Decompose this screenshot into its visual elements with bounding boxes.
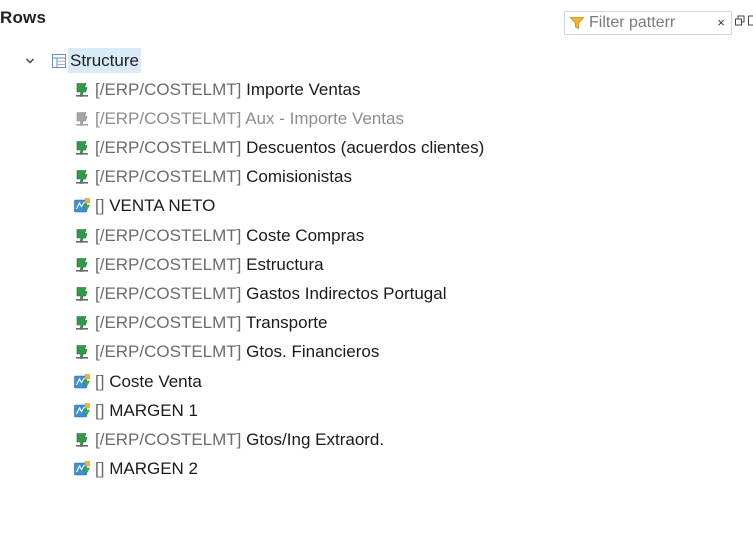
tree-item-label: [/ERP/COSTELMT] Coste Compras <box>95 222 364 250</box>
tree-item[interactable]: [/ERP/COSTELMT] Importe Ventas <box>0 76 753 104</box>
tree-item-prefix: [] <box>95 401 105 420</box>
tree-item-label: [/ERP/COSTELMT] Aux - Importe Ventas <box>95 105 404 133</box>
key-figure-icon <box>76 345 88 359</box>
tree-item-prefix: [/ERP/COSTELMT] <box>95 342 242 361</box>
tree-item-name: Aux - Importe Ventas <box>245 109 404 128</box>
tree-item-label: [] VENTA NETO <box>95 192 215 220</box>
tree-item[interactable]: [/ERP/COSTELMT] Transporte <box>0 309 753 337</box>
tree-item-label: [/ERP/COSTELMT] Gtos/Ing Extraord. <box>95 426 384 454</box>
clear-filter-button[interactable]: × <box>713 12 729 34</box>
tree-item-prefix: [/ERP/COSTELMT] <box>95 167 242 186</box>
tree-item-name: Gtos. Financieros <box>246 342 380 361</box>
tree-item-label: [/ERP/COSTELMT] Comisionistas <box>95 163 352 191</box>
tree-item-name: VENTA NETO <box>109 196 216 215</box>
structure-icon <box>52 54 66 68</box>
tree-root-label: Structure <box>68 48 141 73</box>
tree-item[interactable]: [/ERP/COSTELMT] Coste Compras <box>0 222 753 250</box>
restore-view-icon[interactable] <box>735 14 745 28</box>
tree-item-prefix: [] <box>95 459 105 478</box>
chevron-down-icon[interactable] <box>25 56 35 66</box>
key-figure-icon <box>76 170 88 184</box>
tree-item-prefix: [] <box>95 196 105 215</box>
key-figure-icon <box>76 258 88 272</box>
tree-item-prefix: [] <box>95 372 105 391</box>
formula-icon <box>74 403 90 418</box>
tree-item-label: [] Coste Venta <box>95 368 202 396</box>
tree-item-name: Importe Ventas <box>246 80 361 99</box>
panel-header: Rows × <box>0 0 753 40</box>
tree-item-prefix: [/ERP/COSTELMT] <box>95 284 242 303</box>
tree-item[interactable]: [/ERP/COSTELMT] Comisionistas <box>0 163 753 191</box>
key-figure-icon <box>76 287 88 301</box>
tree-item-label: [/ERP/COSTELMT] Estructura <box>95 251 324 279</box>
tree-item-prefix: [/ERP/COSTELMT] <box>95 138 242 157</box>
key-figure-icon <box>76 316 88 330</box>
panel-title: Rows <box>0 8 47 27</box>
tree-item[interactable]: [/ERP/COSTELMT] Estructura <box>0 251 753 279</box>
tree-item-name: Descuentos (acuerdos clientes) <box>246 138 485 157</box>
maximize-view-icon[interactable] <box>748 14 753 28</box>
tree-item-prefix: [/ERP/COSTELMT] <box>95 255 242 274</box>
tree-item-name: Gastos Indirectos Portugal <box>246 284 447 303</box>
formula-icon <box>74 198 90 213</box>
rows-panel: Rows × Stru <box>0 0 753 539</box>
filter-funnel-icon <box>569 17 585 30</box>
tree-item-name: MARGEN 2 <box>109 459 198 478</box>
tree-item-name: Transporte <box>245 313 328 332</box>
tree-root-structure[interactable]: Structure <box>0 48 753 75</box>
tree-item-prefix: [/ERP/COSTELMT] <box>95 226 242 245</box>
key-figure-icon <box>76 141 88 155</box>
key-figure-icon <box>76 229 88 243</box>
tree-item[interactable]: [/ERP/COSTELMT] Gtos. Financieros <box>0 338 753 366</box>
tree-item[interactable]: [/ERP/COSTELMT] Aux - Importe Ventas <box>0 105 753 133</box>
tree-item-label: [/ERP/COSTELMT] Transporte <box>95 309 327 337</box>
filter-input[interactable] <box>589 13 699 33</box>
tree-item-prefix: [/ERP/COSTELMT] <box>95 80 242 99</box>
tree-item-name: Coste Venta <box>109 372 202 391</box>
tree-item-name: Coste Compras <box>246 226 365 245</box>
tree-item-prefix: [/ERP/COSTELMT] <box>95 430 242 449</box>
filter-box[interactable]: × <box>564 11 732 35</box>
tree-item[interactable]: [/ERP/COSTELMT] Descuentos (acuerdos cli… <box>0 134 753 162</box>
tree-item-label: [] MARGEN 1 <box>95 397 198 425</box>
tree-item-label: [/ERP/COSTELMT] Gastos Indirectos Portug… <box>95 280 446 308</box>
tree-item-prefix: [/ERP/COSTELMT] <box>95 313 242 332</box>
tree-item-label: [] MARGEN 2 <box>95 455 198 483</box>
tree-item[interactable]: [] Coste Venta <box>0 368 753 396</box>
tree-item[interactable]: [] VENTA NETO <box>0 192 753 220</box>
tree-item-label: [/ERP/COSTELMT] Importe Ventas <box>95 76 361 104</box>
tree-item-name: Comisionistas <box>246 167 352 186</box>
tree-item-label: [/ERP/COSTELMT] Descuentos (acuerdos cli… <box>95 134 484 162</box>
key-figure-icon <box>76 112 88 126</box>
formula-icon <box>74 461 90 476</box>
tree-item[interactable]: [/ERP/COSTELMT] Gastos Indirectos Portug… <box>0 280 753 308</box>
key-figure-icon <box>76 83 88 97</box>
tree-item[interactable]: [] MARGEN 2 <box>0 455 753 483</box>
tree-item[interactable]: [/ERP/COSTELMT] Gtos/Ing Extraord. <box>0 426 753 454</box>
tree-item[interactable]: [] MARGEN 1 <box>0 397 753 425</box>
formula-icon <box>74 374 90 389</box>
tree-item-name: MARGEN 1 <box>109 401 198 420</box>
tree-item-name: Estructura <box>246 255 324 274</box>
tree-item-name: Gtos/Ing Extraord. <box>246 430 385 449</box>
tree-item-label: [/ERP/COSTELMT] Gtos. Financieros <box>95 338 379 366</box>
key-figure-icon <box>76 433 88 447</box>
tree-item-prefix: [/ERP/COSTELMT] <box>95 109 242 128</box>
